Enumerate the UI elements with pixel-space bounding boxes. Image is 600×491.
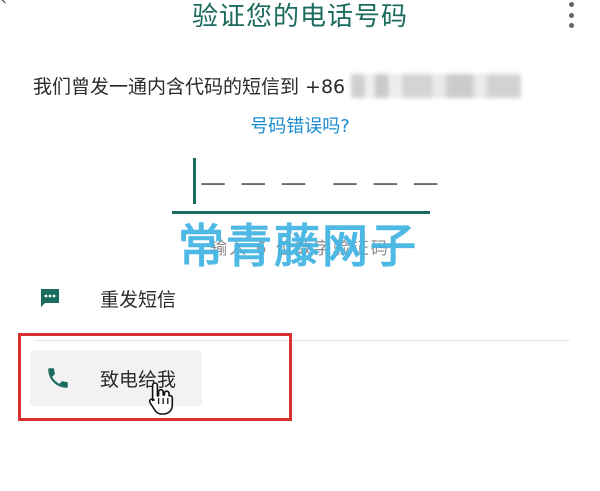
hand-pointer-icon (146, 380, 176, 416)
wrong-number-link[interactable]: 号码错误吗? (0, 112, 600, 138)
resend-sms-button[interactable]: 重发短信 (30, 272, 570, 324)
code-placeholder: — — — — — — (200, 168, 442, 198)
masked-phone-number (351, 73, 522, 98)
page-title: 验证您的电话号码 (191, 2, 408, 32)
watermark-text: 常青藤网子 (178, 219, 418, 273)
verification-code-input[interactable]: — — — — — — (172, 156, 439, 214)
message-icon (30, 278, 70, 318)
more-vertical-icon[interactable] (566, 2, 576, 28)
resend-sms-label: 重发短信 (100, 288, 177, 311)
text-cursor (193, 158, 196, 204)
sent-text: 我们曾发一通内含代码的短信到 +86 (33, 76, 346, 98)
sent-message: 我们曾发一通内含代码的短信到 +86 (33, 72, 522, 99)
